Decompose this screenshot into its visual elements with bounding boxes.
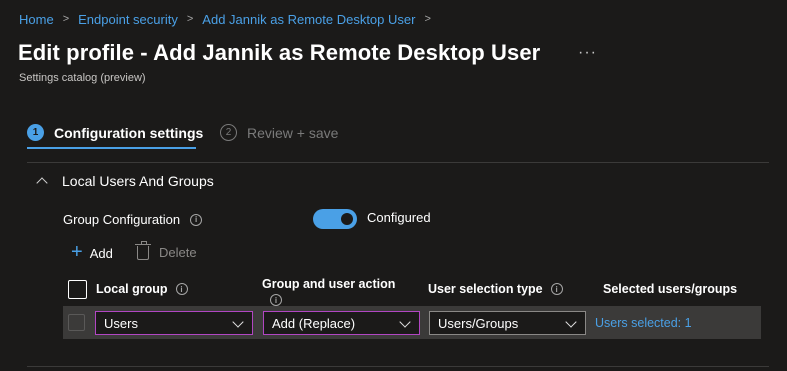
row-checkbox[interactable] (68, 314, 85, 331)
page-subtitle: Settings catalog (preview) (19, 72, 146, 84)
group-configuration-label: Group Configuration i (63, 212, 203, 227)
column-label: Group and user action (262, 277, 396, 291)
breadcrumb-home[interactable]: Home (19, 12, 54, 27)
trash-icon (135, 240, 151, 260)
chevron-right-icon: > (424, 12, 431, 25)
column-label: User selection type (428, 282, 543, 296)
group-configuration-toggle[interactable] (313, 209, 357, 229)
info-icon[interactable]: i (175, 283, 188, 295)
local-group-dropdown[interactable]: Users (95, 311, 253, 335)
step-number-icon: 2 (220, 124, 237, 141)
more-options-icon[interactable]: ··· (578, 44, 597, 62)
breadcrumb: Home > Endpoint security > Add Jannik as… (19, 12, 440, 27)
add-button[interactable]: + Add (71, 241, 113, 263)
toggle-knob (341, 213, 353, 225)
info-icon[interactable]: i (190, 213, 203, 226)
user-selection-type-dropdown[interactable]: Users/Groups (429, 311, 586, 335)
column-header-group-user-action: Group and user action i (262, 277, 395, 306)
info-icon[interactable]: i (270, 294, 282, 306)
users-selected-link[interactable]: Users selected: 1 (595, 316, 692, 330)
active-tab-indicator (27, 147, 196, 149)
column-header-user-selection-type: User selection type i (428, 282, 563, 296)
section-title: Local Users And Groups (62, 173, 214, 189)
add-icon: + (71, 241, 83, 263)
add-label: Add (89, 246, 113, 261)
tab-configuration-settings[interactable]: 1 Configuration settings (27, 124, 203, 141)
step-label: Review + save (247, 124, 339, 141)
column-label: Local group (96, 282, 168, 296)
page-title: Edit profile - Add Jannik as Remote Desk… (18, 40, 541, 65)
tab-review-save[interactable]: 2 Review + save (220, 124, 338, 141)
select-all-checkbox[interactable] (68, 280, 87, 299)
chevron-right-icon: > (186, 12, 194, 25)
info-icon[interactable]: i (550, 283, 563, 295)
group-configuration-text: Group Configuration (63, 212, 181, 227)
delete-label: Delete (159, 245, 197, 260)
section-toggle-local-users-groups[interactable]: Local Users And Groups (36, 173, 214, 189)
delete-button[interactable]: Delete (135, 240, 197, 260)
column-header-selected-users-groups: Selected users/groups (603, 282, 737, 296)
dropdown-value: Add (Replace) (272, 315, 356, 331)
dropdown-value: Users/Groups (438, 315, 519, 331)
column-label: Selected users/groups (603, 282, 738, 296)
toggle-state-label: Configured (367, 210, 431, 225)
chevron-down-icon (232, 316, 244, 328)
chevron-down-icon (399, 316, 411, 328)
breadcrumb-profile[interactable]: Add Jannik as Remote Desktop User (202, 12, 415, 27)
column-header-local-group: Local group i (96, 282, 188, 296)
breadcrumb-endpoint-security[interactable]: Endpoint security (78, 12, 178, 27)
step-label: Configuration settings (54, 124, 204, 141)
chevron-down-icon (565, 316, 577, 328)
dropdown-value: Users (104, 315, 138, 331)
step-number-icon: 1 (27, 124, 44, 141)
divider (27, 366, 769, 367)
group-user-action-dropdown[interactable]: Add (Replace) (263, 311, 420, 335)
divider (27, 162, 769, 163)
chevron-up-icon (36, 177, 48, 189)
chevron-right-icon: > (62, 12, 70, 25)
